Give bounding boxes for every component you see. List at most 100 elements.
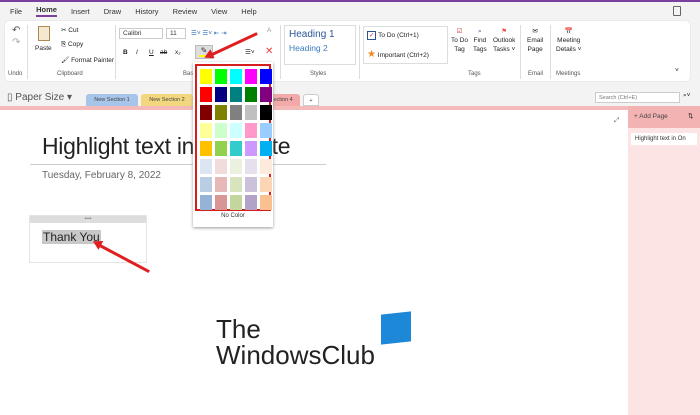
color-swatch[interactable] bbox=[245, 159, 257, 174]
tag-todo[interactable]: ✓ To Do (Ctrl+1) bbox=[367, 31, 419, 40]
color-swatch[interactable] bbox=[215, 69, 227, 84]
color-swatch[interactable] bbox=[200, 159, 212, 174]
paper-size-label: Paper Size ▾ bbox=[15, 92, 72, 103]
color-swatch[interactable] bbox=[245, 87, 257, 102]
paste-button[interactable]: Paste bbox=[35, 45, 52, 52]
align-icon[interactable]: ☰˅ bbox=[245, 48, 255, 56]
color-swatch[interactable] bbox=[215, 87, 227, 102]
color-swatch[interactable] bbox=[260, 177, 272, 192]
color-swatch[interactable] bbox=[260, 69, 272, 84]
note-drag-handle[interactable]: •••• bbox=[30, 216, 146, 223]
color-swatch[interactable] bbox=[230, 105, 242, 120]
tab-review[interactable]: Review bbox=[173, 7, 198, 16]
color-swatch[interactable] bbox=[260, 87, 272, 102]
color-swatch[interactable] bbox=[260, 123, 272, 138]
section-tab-2[interactable]: New Section 2 bbox=[141, 94, 193, 106]
flag-icon: ⚑ bbox=[501, 28, 508, 35]
underline-button[interactable]: U bbox=[149, 49, 154, 56]
color-swatch[interactable] bbox=[245, 195, 257, 210]
search-icon[interactable]: ⌕˅ bbox=[683, 92, 690, 100]
color-swatch[interactable] bbox=[200, 69, 212, 84]
todo-tag-button[interactable]: ☑ To Do Tag bbox=[451, 27, 468, 54]
color-swatch[interactable] bbox=[215, 177, 227, 192]
color-grid bbox=[195, 64, 272, 211]
bold-button[interactable]: B bbox=[123, 49, 128, 56]
color-swatch[interactable] bbox=[245, 69, 257, 84]
color-swatch[interactable] bbox=[230, 123, 242, 138]
color-swatch[interactable] bbox=[200, 195, 212, 210]
color-swatch[interactable] bbox=[200, 105, 212, 120]
copy-button[interactable]: ⎘ Copy bbox=[61, 41, 83, 49]
color-swatch[interactable] bbox=[215, 123, 227, 138]
color-swatch[interactable] bbox=[200, 123, 212, 138]
clear-formatting-icon[interactable]: ✕ bbox=[265, 46, 273, 57]
no-color-option[interactable]: No Color bbox=[193, 213, 273, 219]
notebook-icon[interactable] bbox=[673, 6, 681, 16]
undo-icon[interactable]: ↶ bbox=[12, 25, 20, 36]
add-page-button[interactable]: + Add Page bbox=[634, 113, 668, 120]
add-section-button[interactable]: + bbox=[303, 94, 319, 106]
style-heading2[interactable]: Heading 2 bbox=[285, 43, 355, 53]
font-name-select[interactable]: Calibri bbox=[119, 28, 163, 39]
tags-gallery[interactable]: ✓ To Do (Ctrl+1) ★ Important (Ctrl+2) bbox=[363, 26, 448, 64]
section-color-strip bbox=[0, 106, 628, 110]
color-swatch[interactable] bbox=[245, 123, 257, 138]
tab-draw[interactable]: Draw bbox=[104, 7, 122, 16]
search-input[interactable]: Search (Ctrl+E) bbox=[595, 92, 680, 103]
color-swatch[interactable] bbox=[245, 177, 257, 192]
styles-icon[interactable]: A bbox=[267, 27, 271, 34]
find-tags-icon: ⌕ bbox=[478, 28, 482, 35]
tab-view[interactable]: View bbox=[211, 7, 227, 16]
bullets-icon[interactable]: ☰˅ ☰˅ ⇤ ⇥ bbox=[191, 29, 227, 37]
color-swatch[interactable] bbox=[230, 87, 242, 102]
color-swatch[interactable] bbox=[215, 105, 227, 120]
todo-tag-icon: ☑ bbox=[456, 28, 463, 35]
color-swatch[interactable] bbox=[230, 159, 242, 174]
tag-important[interactable]: ★ Important (Ctrl+2) bbox=[367, 49, 429, 60]
note-container[interactable]: •••• Thank You bbox=[29, 215, 147, 263]
email-page-button[interactable]: ✉ Email Page bbox=[527, 27, 543, 54]
tab-help[interactable]: Help bbox=[241, 7, 256, 16]
color-swatch[interactable] bbox=[245, 141, 257, 156]
color-swatch[interactable] bbox=[260, 159, 272, 174]
color-swatch[interactable] bbox=[215, 159, 227, 174]
expand-icon[interactable]: ⤢ bbox=[614, 117, 619, 125]
collapse-ribbon-icon[interactable]: ˅ bbox=[675, 67, 679, 74]
color-swatch[interactable] bbox=[260, 105, 272, 120]
italic-button[interactable]: I bbox=[136, 49, 138, 56]
color-swatch[interactable] bbox=[230, 177, 242, 192]
tab-home[interactable]: Home bbox=[36, 5, 57, 17]
paste-icon[interactable] bbox=[38, 26, 50, 41]
color-swatch[interactable] bbox=[230, 141, 242, 156]
outlook-tasks-button[interactable]: ⚑ Outlook Tasks ˅ bbox=[493, 27, 515, 54]
watermark-logo: The WindowsClub bbox=[216, 314, 375, 370]
style-heading1[interactable]: Heading 1 bbox=[285, 26, 355, 43]
section-tab-1[interactable]: New Section 1 bbox=[86, 94, 138, 106]
menu-bar: File Home Insert Draw History Review Vie… bbox=[0, 2, 700, 20]
color-swatch[interactable] bbox=[215, 195, 227, 210]
redo-icon[interactable]: ↷ bbox=[12, 37, 20, 48]
color-swatch[interactable] bbox=[260, 141, 272, 156]
color-swatch[interactable] bbox=[200, 87, 212, 102]
color-swatch[interactable] bbox=[245, 105, 257, 120]
color-swatch[interactable] bbox=[230, 195, 242, 210]
format-painter-button[interactable]: 🖌 Format Painter bbox=[61, 56, 114, 64]
paper-size-button[interactable]: ▯ Paper Size ▾ bbox=[7, 92, 72, 103]
tab-file[interactable]: File bbox=[10, 7, 22, 16]
tab-insert[interactable]: Insert bbox=[71, 7, 90, 16]
tab-history[interactable]: History bbox=[135, 7, 158, 16]
styles-gallery[interactable]: Heading 1 Heading 2 bbox=[284, 25, 356, 65]
cut-button[interactable]: ✂ Cut bbox=[61, 26, 78, 34]
font-size-select[interactable]: 11 bbox=[166, 28, 186, 39]
subscript-button[interactable]: x₂ bbox=[175, 49, 181, 56]
page-list-item[interactable]: Highlight text in On bbox=[631, 133, 697, 145]
color-swatch[interactable] bbox=[230, 69, 242, 84]
color-swatch[interactable] bbox=[200, 177, 212, 192]
color-swatch[interactable] bbox=[260, 195, 272, 210]
color-swatch[interactable] bbox=[200, 141, 212, 156]
find-tags-button[interactable]: ⌕ Find Tags bbox=[473, 27, 487, 54]
color-swatch[interactable] bbox=[215, 141, 227, 156]
meeting-details-button[interactable]: 📅 Meeting Details ˅ bbox=[556, 27, 581, 54]
sort-pages-icon[interactable]: ⇅ bbox=[688, 112, 693, 120]
strikethrough-button[interactable]: ab bbox=[160, 49, 167, 56]
